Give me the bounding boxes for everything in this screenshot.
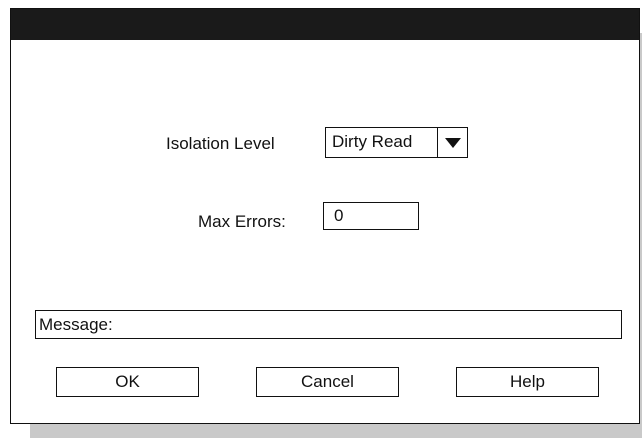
triangle-down-icon xyxy=(444,137,461,148)
dropdown-arrow-button[interactable] xyxy=(437,128,467,157)
isolation-level-dropdown[interactable]: Dirty Read xyxy=(325,127,468,158)
message-label: Message: xyxy=(39,315,113,334)
max-errors-label: Max Errors: xyxy=(198,212,286,231)
max-errors-input[interactable]: 0 xyxy=(323,202,419,230)
dialog-window: Isolation Level Dirty Read Max Errors: 0… xyxy=(10,8,640,424)
message-field: Message: xyxy=(35,310,622,339)
help-button[interactable]: Help xyxy=(456,367,599,397)
cancel-button[interactable]: Cancel xyxy=(256,367,399,397)
ok-button[interactable]: OK xyxy=(56,367,199,397)
title-bar[interactable] xyxy=(11,9,639,40)
isolation-level-label: Isolation Level xyxy=(166,134,275,153)
isolation-level-value: Dirty Read xyxy=(332,132,413,151)
